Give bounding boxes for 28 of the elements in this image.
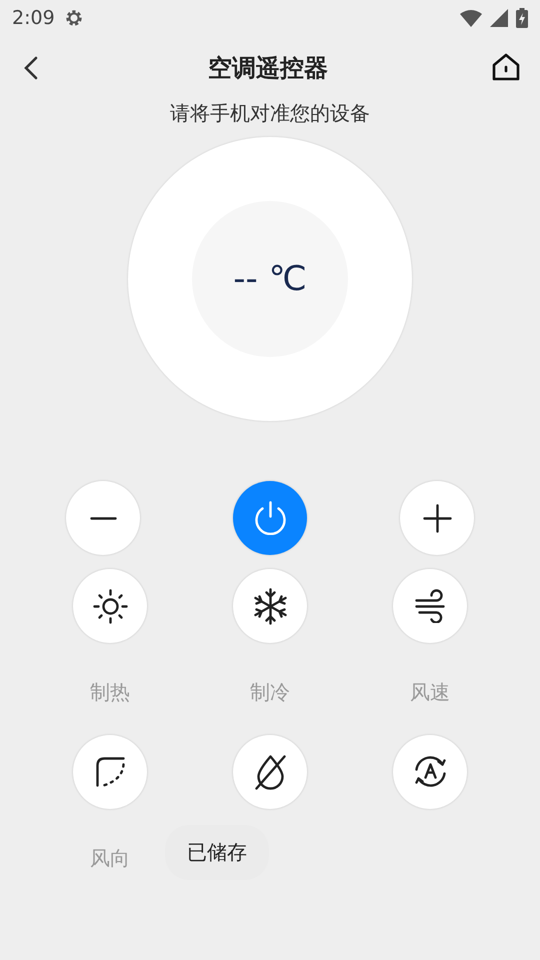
swing-button[interactable]	[73, 735, 147, 809]
wifi-icon	[460, 9, 482, 27]
instruction-text: 请将手机对准您的设备	[169, 100, 371, 127]
minus-icon	[90, 516, 116, 520]
mode-label: 风速	[410, 679, 450, 703]
auto-cycle-icon	[414, 756, 446, 788]
clock-time: 2:09	[12, 7, 55, 29]
snowflake-icon	[254, 588, 286, 624]
power-button[interactable]	[233, 481, 307, 555]
increase-button[interactable]	[400, 481, 474, 555]
corner-icon	[96, 757, 124, 787]
crossed-drop-icon	[254, 754, 286, 790]
battery-icon	[516, 8, 528, 28]
auto-button[interactable]	[393, 735, 467, 809]
temperature-display: -- ℃	[192, 201, 348, 357]
heat-button[interactable]	[73, 569, 147, 643]
plus-icon	[422, 504, 452, 532]
mode-label: 制冷	[250, 679, 290, 703]
cool-button[interactable]	[233, 569, 307, 643]
sun-icon	[92, 588, 128, 624]
screen-title: 空调遥控器	[207, 53, 329, 84]
dry-button[interactable]	[233, 735, 307, 809]
wind-icon	[415, 588, 445, 624]
mode-label: 制热	[90, 679, 130, 703]
fan-speed-button[interactable]	[393, 569, 467, 643]
power-icon	[254, 500, 286, 536]
mode-label: 风向	[90, 845, 130, 869]
signal-icon	[490, 9, 508, 27]
